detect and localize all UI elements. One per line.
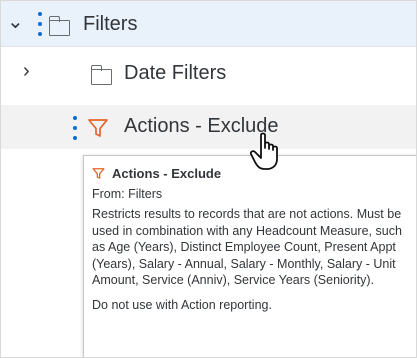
tree-node-filters[interactable]: ⌄ Filters	[1, 1, 416, 47]
tree-node-date-filters[interactable]: › Date Filters	[1, 47, 416, 97]
tooltip-title: Actions - Exclude	[112, 165, 222, 181]
tree-node-actions-exclude[interactable]: Actions - Exclude	[1, 105, 416, 149]
field-tooltip: Actions - Exclude From: Filters Restrict…	[83, 155, 416, 357]
funnel-icon	[92, 167, 105, 179]
funnel-icon	[88, 119, 108, 137]
tooltip-source: From: Filters	[92, 187, 163, 201]
chevron-right-icon[interactable]: ›	[23, 61, 30, 81]
tree-node-label: Filters	[83, 13, 138, 35]
hand-pointer-icon	[249, 132, 278, 170]
chevron-down-icon[interactable]: ⌄	[7, 12, 24, 32]
tooltip-note: Do not use with Action reporting.	[92, 297, 272, 312]
tree-node-label: Date Filters	[124, 62, 227, 84]
tooltip-description: Restricts results to records that are no…	[92, 207, 402, 287]
drag-handle-icon[interactable]	[73, 116, 77, 140]
folder-icon	[48, 16, 70, 36]
filter-tree-panel: ⌄ Filters › Date Filters Actions - Exclu…	[0, 0, 417, 358]
folder-icon	[90, 65, 112, 85]
drag-handle-icon[interactable]	[38, 12, 42, 36]
